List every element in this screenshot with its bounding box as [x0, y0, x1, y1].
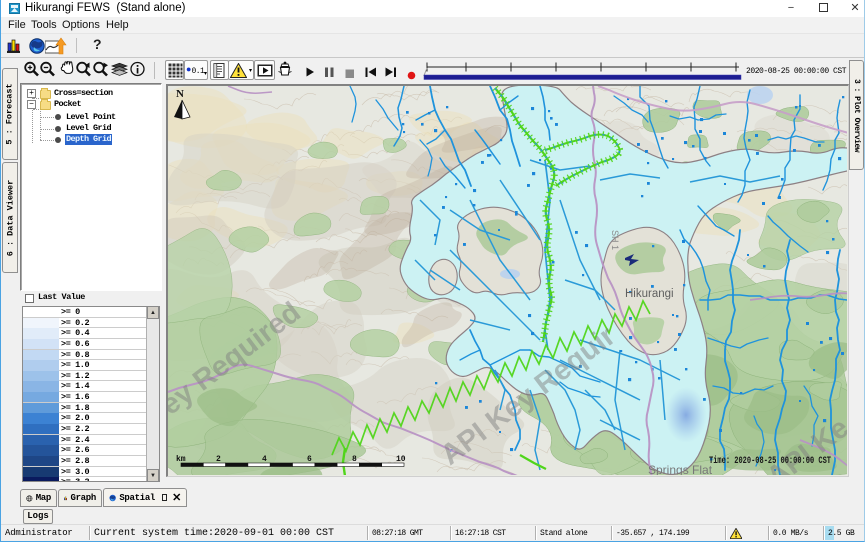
svg-text:N: N: [176, 88, 184, 100]
svg-text:Springs Flat: Springs Flat: [648, 463, 713, 475]
svg-text:Time: 2020-08-25 00:00:00 CST: Time: 2020-08-25 00:00:00 CST: [709, 455, 831, 467]
svg-text:Hikurangi: Hikurangi: [625, 288, 674, 300]
svg-text:8: 8: [352, 455, 357, 464]
svg-text:km: km: [176, 455, 186, 464]
svg-text:2: 2: [216, 455, 221, 464]
svg-text:4: 4: [262, 455, 267, 464]
svg-text:6: 6: [307, 455, 312, 464]
svg-text:10: 10: [396, 455, 406, 464]
svg-text:SH 1: SH 1: [610, 230, 620, 250]
